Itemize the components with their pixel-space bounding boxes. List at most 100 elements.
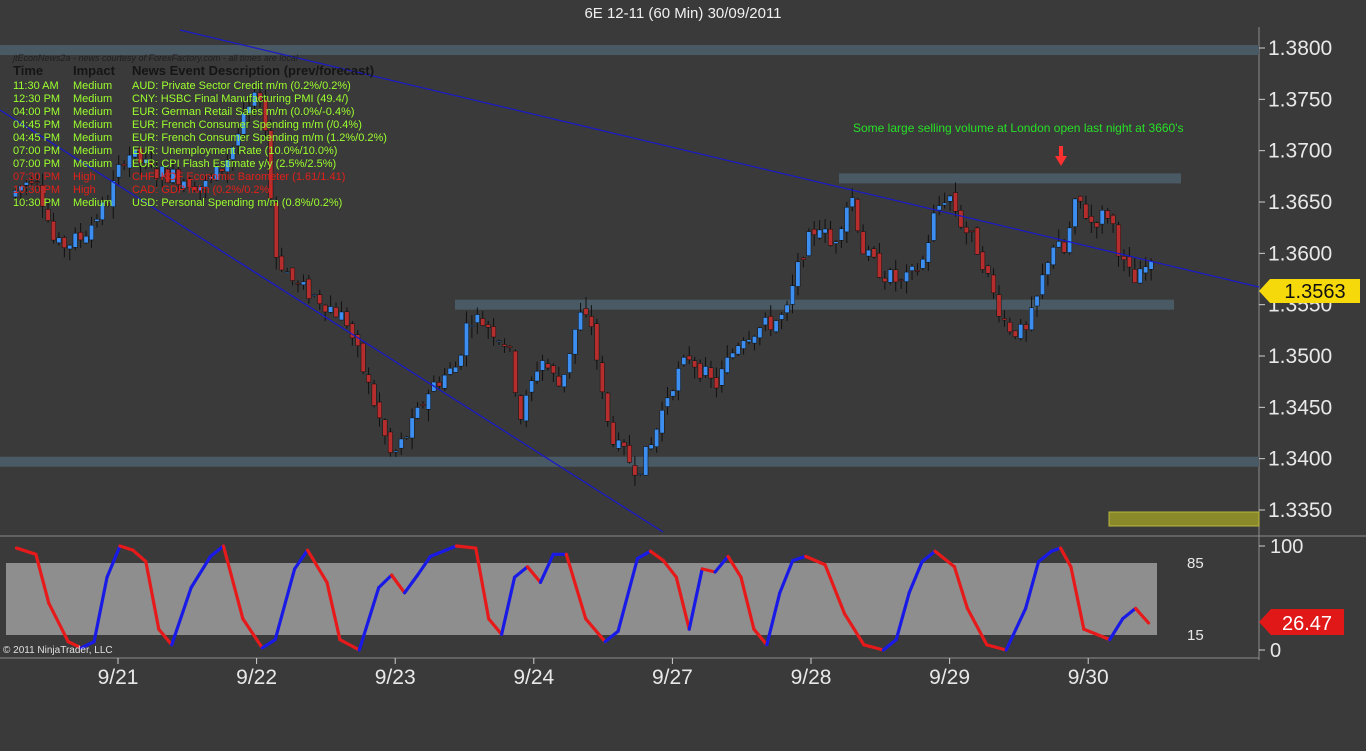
news-time: 10:30 PM	[13, 184, 61, 196]
candle-up	[659, 410, 665, 434]
candle-down	[502, 344, 507, 347]
candle-up	[936, 205, 942, 211]
news-description: CNY: HSBC Final Manufacturing PMI (49.4/…	[132, 93, 349, 105]
candle-up	[458, 354, 464, 367]
candle-up	[790, 285, 795, 305]
time-tick-label: 9/22	[236, 666, 277, 689]
time-tick-label: 9/21	[98, 666, 139, 689]
candle-down	[317, 294, 323, 304]
candle-down	[61, 237, 67, 248]
candle-up	[757, 327, 763, 339]
candle-down	[1007, 322, 1013, 333]
candle-down	[1121, 256, 1127, 260]
candle-down	[708, 367, 714, 379]
price-tick-label: 1.3450	[1268, 396, 1332, 419]
zone-band	[839, 173, 1181, 184]
time-tick-label: 9/24	[513, 666, 554, 689]
candle-up	[806, 231, 812, 256]
news-description: CAD: GDP m/m (0.2%/0.2%)	[132, 184, 273, 196]
osc-band-label: 85	[1187, 555, 1204, 572]
candle-down	[78, 232, 84, 241]
time-tick-label: 9/27	[652, 666, 693, 689]
candle-up	[947, 195, 953, 202]
candle-up	[89, 224, 94, 241]
candle-down	[953, 192, 958, 212]
news-impact: Medium	[73, 132, 113, 144]
candle-down	[436, 382, 442, 387]
candle-down	[371, 383, 377, 406]
news-time: 07:00 PM	[13, 158, 61, 170]
news-description: EUR: French Consumer Spending m/m (/0.4%…	[132, 119, 362, 131]
candle-down	[344, 311, 350, 326]
candle-down	[1088, 216, 1094, 223]
candle-down	[366, 374, 372, 383]
candle-down	[491, 326, 497, 338]
candle-up	[675, 368, 681, 392]
candle-down	[545, 363, 551, 369]
time-tick-label: 9/28	[791, 666, 832, 689]
candle-up	[1018, 324, 1024, 339]
candle-down	[898, 279, 904, 281]
candle-up	[529, 380, 535, 393]
news-time: 11:30 AM	[13, 80, 59, 92]
price-tick-label: 1.3350	[1268, 499, 1332, 522]
news-impact: High	[73, 171, 96, 183]
candle-down	[768, 316, 774, 330]
candle-down	[1126, 256, 1132, 268]
time-tick-label: 9/29	[929, 666, 970, 689]
candle-down	[556, 375, 562, 387]
candle-down	[583, 308, 589, 316]
price-tick-label: 1.3400	[1268, 448, 1332, 471]
candle-down	[1078, 195, 1083, 202]
candle-up	[393, 450, 399, 453]
highlight-zone	[1108, 511, 1260, 527]
candle-up	[844, 207, 850, 233]
candle-down	[1110, 214, 1116, 224]
candle-down	[507, 345, 513, 348]
candle-up	[1072, 198, 1078, 227]
candle-up	[409, 417, 415, 439]
price-tick-label: 1.3650	[1268, 191, 1332, 214]
candle-down	[713, 377, 719, 389]
candle-down	[991, 274, 996, 294]
news-header-impact: Impact	[73, 63, 115, 78]
news-header-time: Time	[13, 63, 44, 78]
candle-up	[469, 325, 475, 327]
candle-up	[1034, 295, 1040, 307]
candle-up	[300, 281, 306, 286]
candle-up	[567, 353, 573, 373]
candle-up	[1137, 268, 1143, 284]
candle-up	[578, 311, 584, 331]
candle-down	[588, 316, 594, 327]
candle-down	[273, 201, 279, 258]
candle-down	[1061, 241, 1067, 253]
candle-down	[1023, 324, 1029, 330]
candle-up	[1050, 247, 1056, 266]
candle-up	[72, 232, 78, 248]
candle-down	[290, 267, 296, 281]
candle-down	[333, 307, 339, 318]
candle-down	[295, 282, 301, 285]
candle-down	[1094, 222, 1100, 228]
candle-up	[116, 164, 122, 178]
candle-down	[828, 228, 833, 246]
news-time: 07:00 PM	[13, 145, 61, 157]
candle-up	[665, 397, 670, 407]
news-description: EUR: Unemployment Rate (10.0%/10.0%)	[132, 145, 338, 157]
candle-down	[860, 231, 866, 255]
candle-up	[56, 237, 62, 244]
candle-down	[800, 257, 806, 260]
candle-up	[741, 340, 747, 349]
candle-up	[540, 360, 545, 371]
news-impact: High	[73, 184, 96, 196]
candle-down	[855, 199, 861, 231]
candle-down	[963, 226, 969, 234]
candle-down	[550, 365, 556, 374]
candle-down	[697, 363, 703, 379]
candle-down	[621, 441, 627, 447]
time-tick-label: 9/23	[375, 666, 416, 689]
news-impact: Medium	[73, 145, 113, 157]
candle-up	[719, 368, 725, 386]
chart-annotation: Some large selling volume at London open…	[853, 121, 1184, 135]
candle-down	[382, 419, 388, 436]
